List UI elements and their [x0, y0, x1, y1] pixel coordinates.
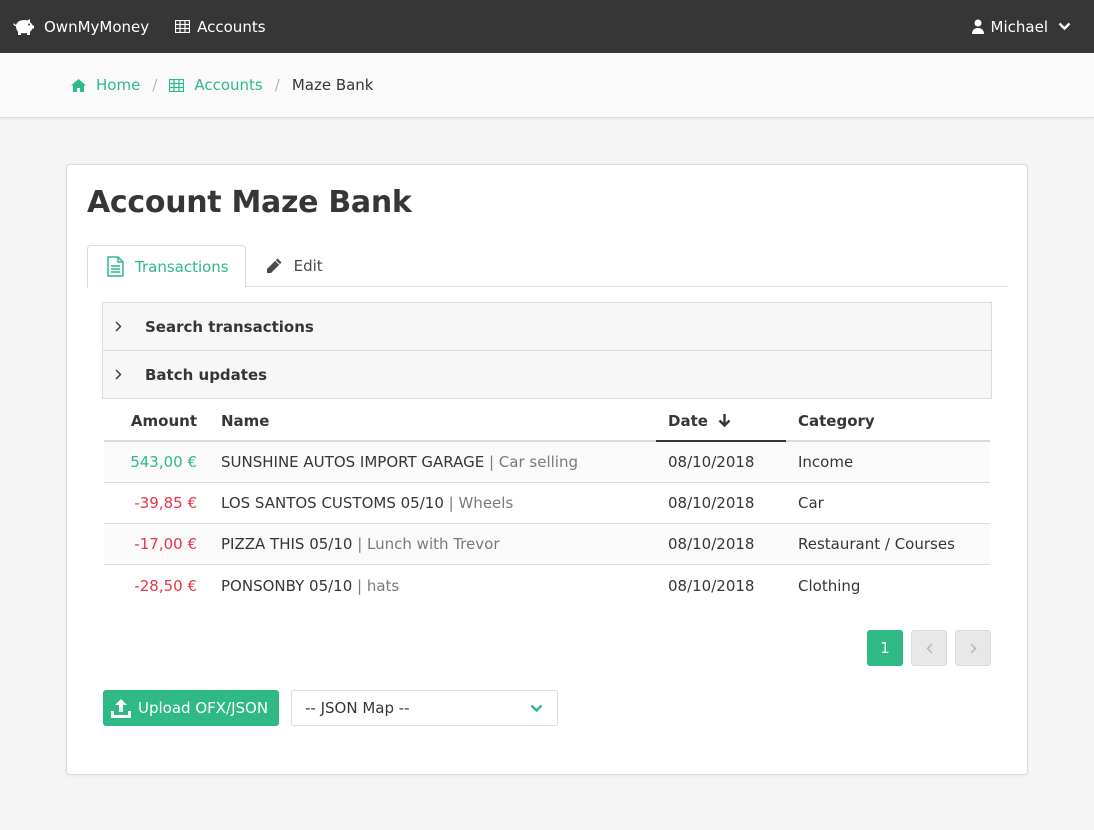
row-name: PIZZA THIS 05/10 | Lunch with Trevor: [209, 535, 656, 553]
brand-name: OwnMyMoney: [44, 17, 150, 36]
chevron-down-icon: [1058, 22, 1071, 31]
row-date: 08/10/2018: [668, 576, 755, 595]
tab-transactions[interactable]: Transactions: [87, 245, 246, 288]
search-transactions-label: Search transactions: [145, 317, 314, 336]
table-header: Amount Name Date Category: [104, 401, 990, 442]
header-name[interactable]: Name: [209, 412, 656, 430]
navbar-left: OwnMyMoney Accounts: [13, 17, 292, 37]
row-name: PONSONBY 05/10 | hats: [209, 577, 656, 595]
breadcrumb-separator: /: [152, 76, 158, 94]
row-name: LOS SANTOS CUSTOMS 05/10 | Wheels: [209, 494, 656, 512]
pagination: 1: [867, 630, 991, 666]
file-text-icon: [107, 256, 124, 277]
row-name-text: PONSONBY 05/10: [221, 576, 353, 595]
breadcrumb-accounts-label: Accounts: [194, 76, 263, 94]
account-card: Account Maze Bank Transactions Edit Sear…: [66, 164, 1028, 775]
json-map-selected-value: -- JSON Map --: [305, 699, 410, 717]
table-row[interactable]: -17,00 € PIZZA THIS 05/10 | Lunch with T…: [104, 524, 990, 565]
row-name-text: LOS SANTOS CUSTOMS 05/10: [221, 494, 444, 512]
json-map-select[interactable]: -- JSON Map --: [291, 690, 558, 726]
row-date: 08/10/2018: [668, 535, 755, 553]
table-icon: [169, 78, 185, 92]
user-menu[interactable]: Michael: [971, 17, 1078, 36]
header-amount[interactable]: Amount: [104, 412, 209, 430]
table-row[interactable]: 543,00 € SUNSHINE AUTOS IMPORT GARAGE | …: [104, 442, 990, 483]
user-icon: [971, 19, 984, 34]
previous-page-button[interactable]: [911, 630, 947, 666]
breadcrumb-current: Maze Bank: [292, 76, 374, 94]
upload-ofx-json-button[interactable]: Upload OFX/JSON: [103, 690, 279, 726]
page-button-current[interactable]: 1: [867, 630, 903, 666]
row-category: Clothing: [798, 576, 861, 595]
transactions-table: Amount Name Date Category 543,00 € SUNSH…: [104, 401, 990, 606]
table-row[interactable]: -39,85 € LOS SANTOS CUSTOMS 05/10 | Whee…: [104, 483, 990, 524]
row-note: | Car selling: [488, 453, 578, 471]
row-note: | Wheels: [448, 494, 514, 512]
arrow-down-icon: [718, 413, 731, 427]
breadcrumb-separator: /: [274, 76, 280, 94]
row-name-text: SUNSHINE AUTOS IMPORT GARAGE: [221, 453, 485, 471]
page-title: Account Maze Bank: [87, 185, 412, 220]
home-icon: [71, 78, 86, 92]
row-amount: -39,85 €: [134, 494, 197, 512]
row-category: Restaurant / Courses: [798, 535, 955, 553]
chevron-left-icon: [926, 643, 932, 653]
row-category: Income: [798, 453, 854, 471]
brand-link[interactable]: OwnMyMoney: [13, 17, 149, 37]
tab-edit-label: Edit: [293, 257, 323, 275]
chevron-right-icon: [115, 321, 145, 332]
row-note: | Lunch with Trevor: [357, 535, 500, 553]
table-icon: [175, 20, 191, 33]
tab-edit[interactable]: Edit: [246, 245, 339, 287]
row-amount: -17,00 €: [134, 535, 197, 553]
upload-button-label: Upload OFX/JSON: [138, 699, 269, 717]
tab-transactions-label: Transactions: [135, 257, 229, 276]
table-row[interactable]: -28,50 € PONSONBY 05/10 | hats 08/10/201…: [104, 565, 990, 606]
piggy-bank-icon: [13, 18, 34, 35]
top-navbar: OwnMyMoney Accounts Michael: [0, 0, 1094, 53]
nav-accounts-link[interactable]: Accounts: [175, 17, 266, 36]
next-page-button[interactable]: [955, 630, 991, 666]
user-name: Michael: [990, 17, 1048, 36]
row-date: 08/10/2018: [668, 494, 755, 512]
row-name: SUNSHINE AUTOS IMPORT GARAGE | Car selli…: [209, 453, 656, 471]
row-note: | hats: [357, 576, 400, 595]
breadcrumb-current-label: Maze Bank: [291, 76, 374, 94]
row-category: Car: [798, 494, 824, 512]
upload-icon: [111, 698, 131, 718]
pencil-icon: [266, 258, 282, 273]
row-amount: -28,50 €: [134, 576, 197, 595]
header-date[interactable]: Date: [656, 401, 786, 442]
row-amount: 543,00 €: [130, 453, 197, 471]
row-date: 08/10/2018: [668, 453, 755, 471]
batch-updates-panel[interactable]: Batch updates: [102, 350, 992, 399]
breadcrumb-accounts[interactable]: Accounts: [169, 76, 263, 94]
header-category[interactable]: Category: [786, 412, 990, 430]
breadcrumb-home-label: Home: [96, 76, 141, 94]
account-tabs: Transactions Edit: [87, 245, 1008, 288]
row-name-text: PIZZA THIS 05/10: [221, 535, 353, 553]
breadcrumb-home[interactable]: Home: [71, 76, 140, 94]
batch-updates-label: Batch updates: [145, 365, 268, 384]
chevron-right-icon: [115, 369, 145, 380]
search-transactions-panel[interactable]: Search transactions: [102, 302, 992, 351]
navbar-right: Michael: [971, 17, 1078, 36]
header-date-label: Date: [668, 411, 708, 430]
chevron-right-icon: [970, 643, 976, 653]
breadcrumb: Home / Accounts / Maze Bank: [0, 53, 1094, 118]
nav-accounts-label: Accounts: [197, 17, 266, 36]
chevron-down-icon: [530, 704, 543, 712]
